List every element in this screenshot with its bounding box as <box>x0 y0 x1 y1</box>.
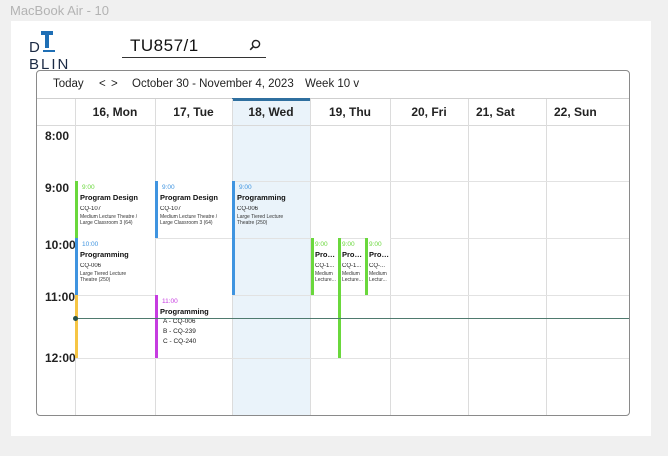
event-color-stripe <box>155 181 158 238</box>
event-thu-programming-c[interactable]: 9:00 Prog... CQ-... Medium Lectur... <box>365 238 391 295</box>
grid-line <box>155 99 156 415</box>
week-calendar: Today < > October 30 - November 4, 2023 … <box>36 70 630 416</box>
day-header-sun[interactable]: 22, Sun <box>546 99 629 125</box>
event-group-item: B - CQ-239 <box>163 328 196 335</box>
time-label-10: 10:00 <box>45 238 76 252</box>
day-header-sat[interactable]: 21, Sat <box>468 99 546 125</box>
time-label-11: 11:00 <box>45 290 76 304</box>
event-time: 9:00 <box>342 241 355 248</box>
event-mon-programming[interactable]: 10:00 Programming CQ-006 Large Tiered Le… <box>75 238 155 295</box>
event-time: 9:00 <box>162 184 175 191</box>
calendar-toolbar: Today < > October 30 - November 4, 2023 … <box>37 71 629 99</box>
event-time: 9:00 <box>239 184 252 191</box>
event-tue-program-design[interactable]: 9:00 Program Design CQ-107 Medium Lectur… <box>155 181 232 238</box>
day-header-wed[interactable]: 18, Wed <box>232 99 310 125</box>
search-value[interactable]: TU857/1 <box>130 36 199 56</box>
grid-line <box>546 99 547 415</box>
event-title: Progr... <box>315 250 337 259</box>
date-range-label: October 30 - November 4, 2023 <box>132 78 294 90</box>
time-label-9: 9:00 <box>45 181 70 195</box>
event-color-stripe <box>75 181 78 238</box>
event-room: CQ-006 <box>237 206 259 212</box>
event-time: 11:00 <box>162 298 178 305</box>
event-title: Programming <box>237 193 286 202</box>
event-time: 10:00 <box>82 241 99 248</box>
event-color-stripe <box>338 238 341 358</box>
event-color-stripe <box>155 295 158 358</box>
event-wed-programming[interactable]: 9:00 Programming CQ-006 Large Tiered Lec… <box>232 181 310 295</box>
event-time: 9:00 <box>369 241 382 248</box>
event-room: CQ-107 <box>80 206 102 212</box>
grid-line <box>468 99 469 415</box>
hour-line <box>75 358 629 359</box>
event-color-stripe <box>311 238 314 295</box>
event-title: Programming <box>80 250 129 259</box>
today-button[interactable]: Today <box>53 78 84 90</box>
event-thu-programming-b[interactable]: 9:00 Progr... CQ-1... MediumLecture... <box>338 238 365 358</box>
frame-label: MacBook Air - 10 <box>10 3 109 18</box>
event-title: Prog... <box>369 250 391 259</box>
tu-dublin-logo[interactable]: DBLIN <box>29 30 91 73</box>
event-color-stripe <box>75 238 78 295</box>
event-title: Program Design <box>80 193 138 202</box>
programme-search-field[interactable]: TU857/1 <box>122 34 266 58</box>
next-week-button[interactable]: > <box>111 78 118 90</box>
event-color-stripe <box>75 295 78 358</box>
event-group-item: C - CQ-240 <box>163 338 197 345</box>
event-room: CQ-006 <box>80 263 102 269</box>
event-location: Medium Lecture Theatre / Large Classroom … <box>160 214 218 226</box>
event-location: Large Tiered Lecture Theatre (250) <box>80 271 127 283</box>
event-room: CQ-... <box>369 263 385 269</box>
day-header-thu[interactable]: 19, Thu <box>310 99 390 125</box>
event-room: CQ-1... <box>342 263 362 269</box>
event-group-list: A - CQ-006 B - CQ-239 C - CQ-240 <box>163 317 196 347</box>
event-location: Medium Lecture... <box>342 271 363 283</box>
logo-text: DBLIN <box>29 39 71 73</box>
time-label-8: 8:00 <box>45 129 70 143</box>
header-divider <box>37 125 629 126</box>
event-thu-programming-a[interactable]: 9:00 Progr... CQ-1... MediumLecture... <box>311 238 338 295</box>
event-time: 9:00 <box>82 184 95 191</box>
event-title: Progr... <box>342 250 364 259</box>
current-time-indicator <box>75 318 629 319</box>
event-location: Large Tiered Lecture Theatre (250) <box>237 214 284 226</box>
event-tue-programming[interactable]: 11:00 Programming A - CQ-006 B - CQ-239 … <box>155 295 232 358</box>
week-selector[interactable]: Week 10 v <box>305 78 359 90</box>
search-icon[interactable] <box>248 38 262 52</box>
prev-week-button[interactable]: < <box>99 78 106 90</box>
day-header-tue[interactable]: 17, Tue <box>155 99 232 125</box>
event-title: Programming <box>160 307 209 316</box>
event-mon-program-design[interactable]: 9:00 Program Design CQ-107 Medium Lectur… <box>75 181 155 238</box>
event-title: Program Design <box>160 193 218 202</box>
event-room: CQ-1... <box>315 263 335 269</box>
event-color-stripe <box>365 238 368 295</box>
event-room: CQ-107 <box>160 206 182 212</box>
event-location: Medium Lecture Theatre / Large Classroom … <box>80 214 138 226</box>
event-location: Medium Lectur... <box>369 271 387 283</box>
event-color-stripe <box>232 181 235 295</box>
current-time-dot <box>73 316 78 321</box>
event-location: Medium Lecture... <box>315 271 336 283</box>
event-time: 9:00 <box>315 241 328 248</box>
time-label-12: 12:00 <box>45 351 76 365</box>
day-header-fri[interactable]: 20, Fri <box>390 99 468 125</box>
day-header-mon[interactable]: 16, Mon <box>75 99 155 125</box>
